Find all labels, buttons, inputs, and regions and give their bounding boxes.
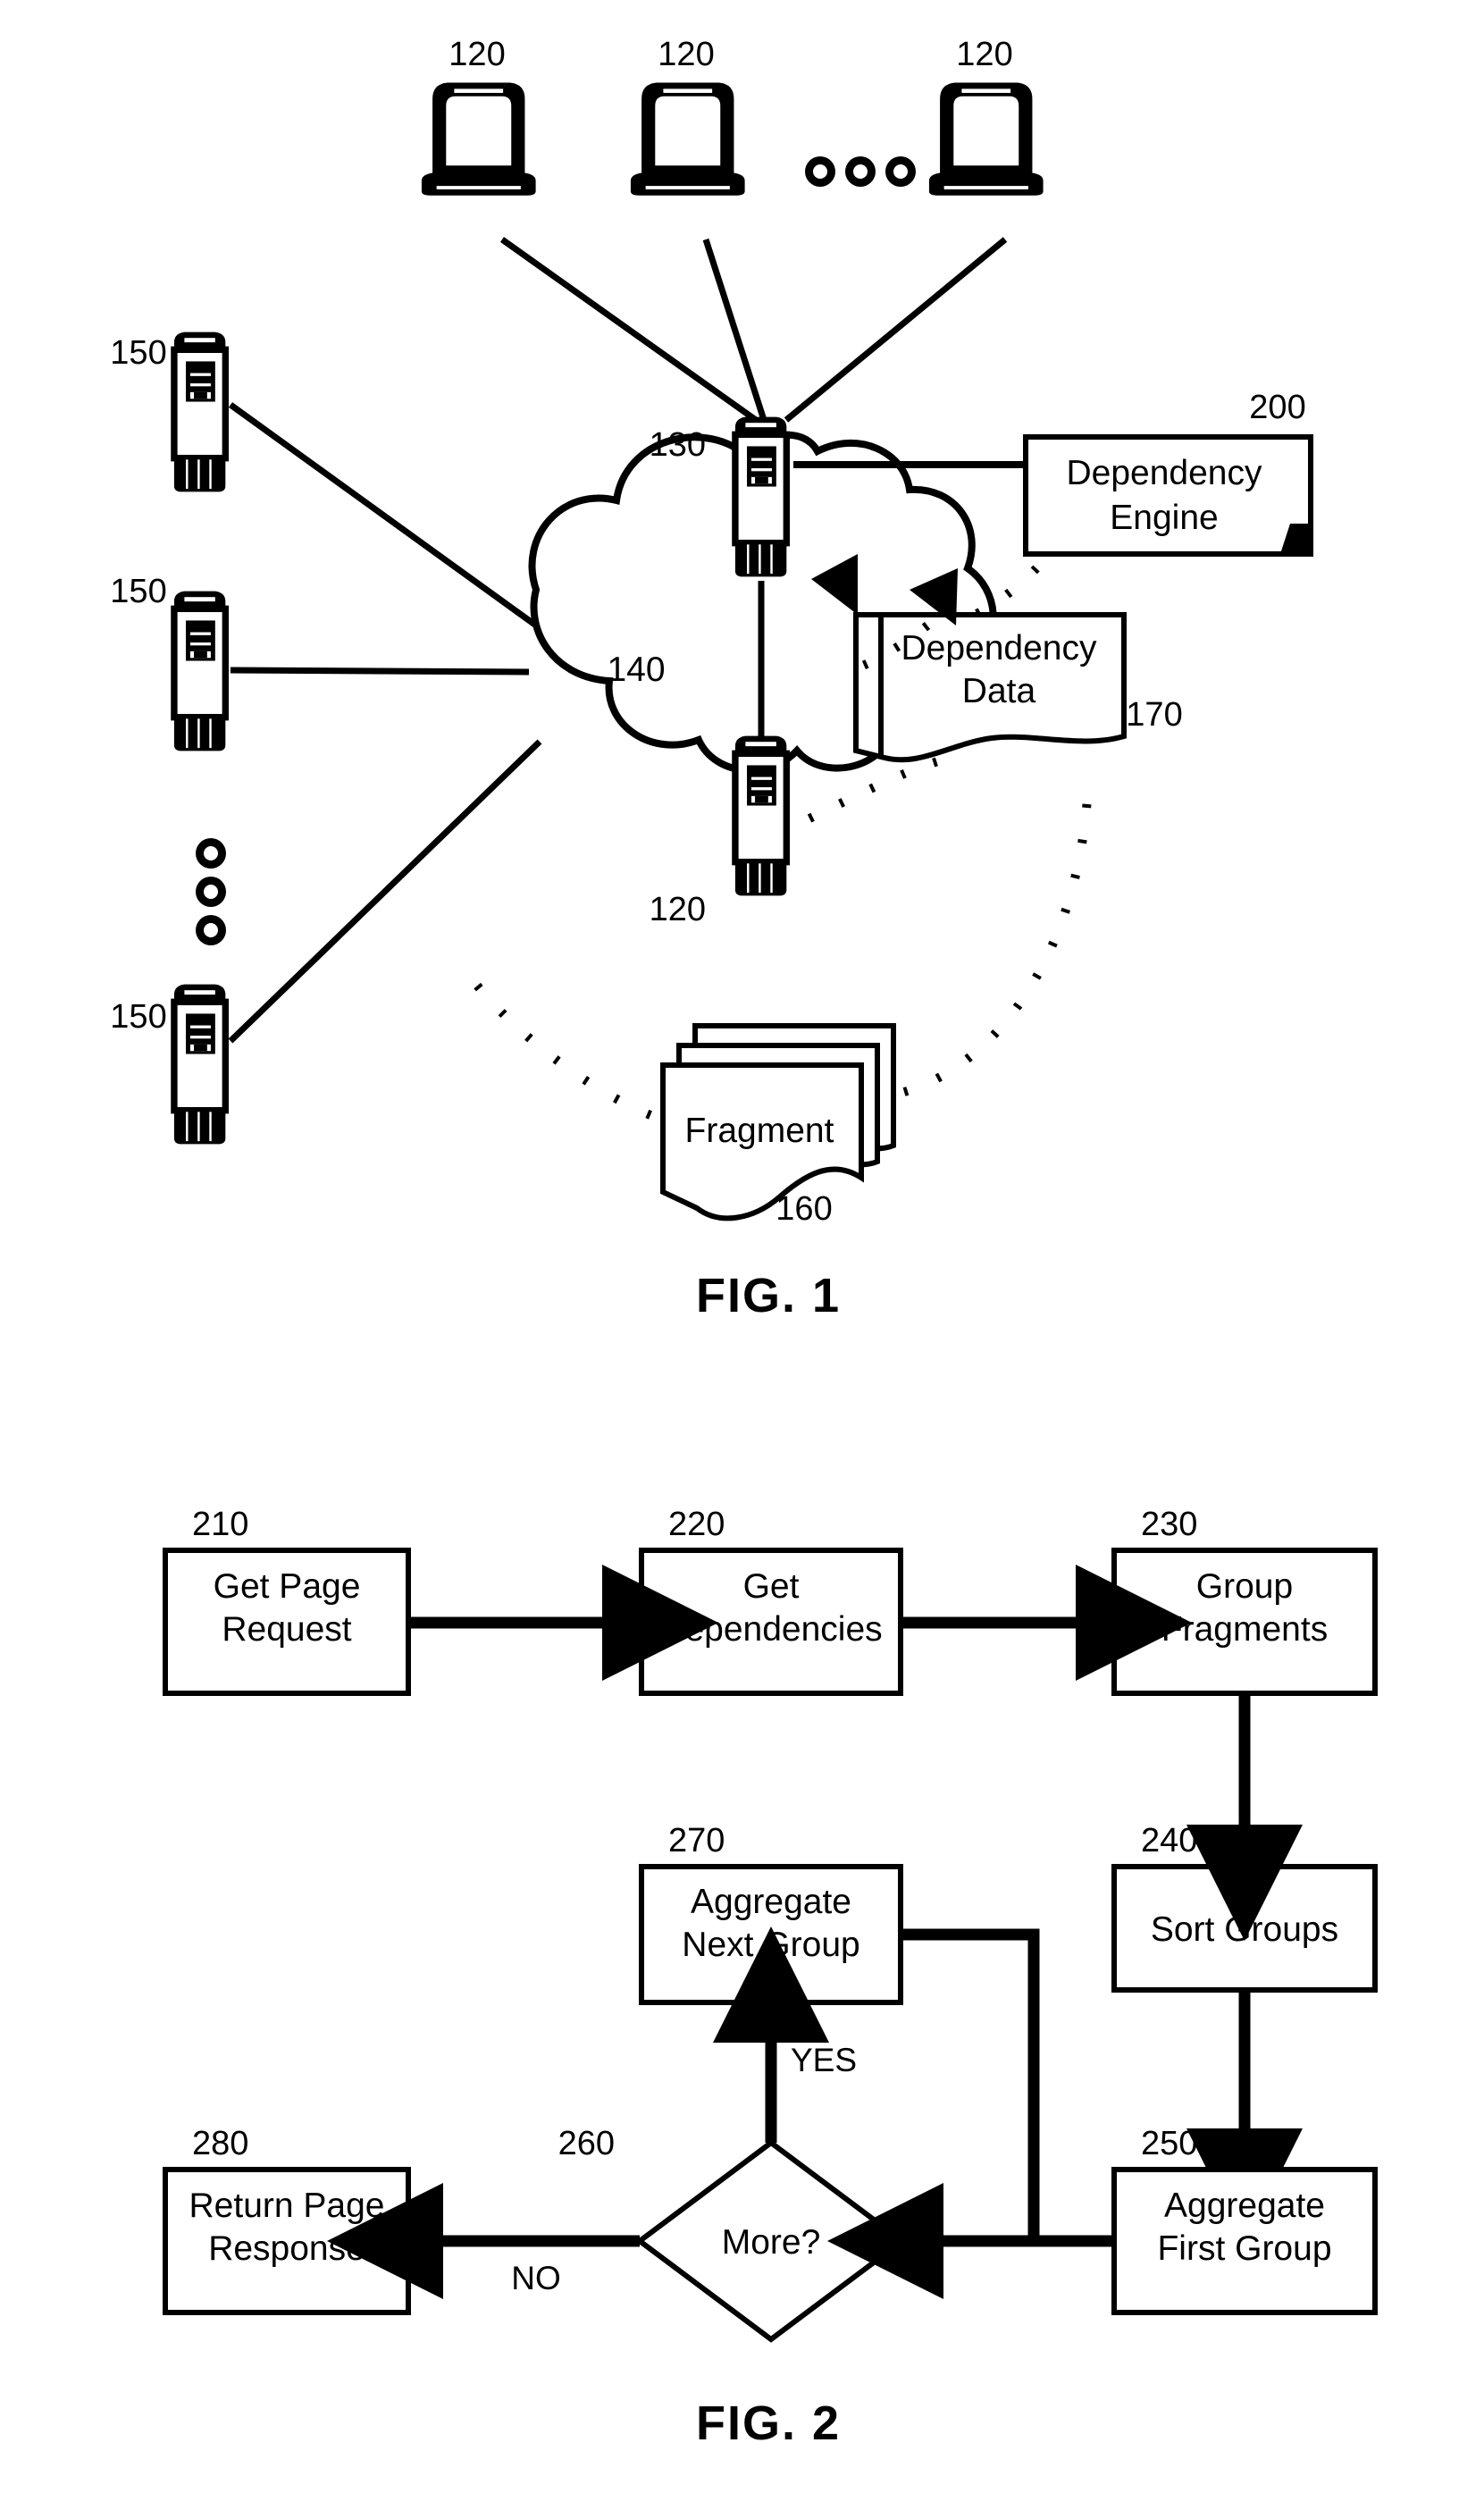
flow-node-250-label-1: Aggregate: [1164, 2187, 1325, 2225]
flow-node-210-label-2: Request: [222, 1610, 351, 1649]
ref-130: 130: [650, 426, 706, 464]
fig1-backend-links: [228, 402, 542, 1044]
flow-node-240-label-1: Sort Groups: [1151, 1910, 1338, 1949]
ref-250: 250: [1141, 2125, 1197, 2162]
dependency-engine-label-1: Dependency: [1067, 454, 1262, 492]
ref-270: 270: [668, 1822, 725, 1859]
ref-120-client-2: 120: [658, 36, 714, 73]
dependency-data-doc: Dependency Data: [853, 612, 1127, 763]
flow-node-270-label-1: Aggregate: [691, 1883, 851, 1921]
figure-1-title: FIG. 1: [696, 1269, 841, 1322]
inner-server-120: [735, 736, 786, 896]
flow-node-220-label-1: Get: [743, 1567, 800, 1606]
flow-node-270-label-2: Next Group: [682, 1926, 859, 1964]
client-laptop-2: [630, 82, 745, 196]
ref-150-server-2: 150: [110, 573, 166, 610]
dependency-engine-box: Dependency Engine: [1023, 434, 1313, 557]
figure-1: 120 120 120 140 150 150 150 130 120 Depe…: [110, 36, 1313, 1322]
flow-node-210-label-1: Get Page: [214, 1567, 361, 1606]
flow-node-240: Sort Groups: [1111, 1864, 1378, 1993]
ref-170: 170: [1126, 696, 1182, 734]
client-laptop-1: [421, 82, 536, 196]
dependency-engine-label-2: Engine: [1110, 499, 1218, 537]
edge-label-no: NO: [511, 2260, 561, 2296]
backend-server-1: [174, 332, 225, 492]
dependency-data-label-2: Data: [962, 672, 1036, 710]
ref-120-client-1: 120: [449, 36, 505, 73]
ref-210: 210: [192, 1506, 248, 1543]
figure-sheet: 120 120 120 140 150 150 150 130 120 Depe…: [0, 0, 1484, 2480]
ref-280: 280: [192, 2125, 248, 2162]
flow-node-220: Get Dependencies: [639, 1548, 903, 1696]
ref-220: 220: [668, 1506, 725, 1543]
ref-200: 200: [1249, 389, 1305, 426]
arrow-270-to-260-feedback: [901, 1928, 1040, 2241]
flow-node-220-label-2: Dependencies: [659, 1610, 882, 1649]
ref-150-server-1: 150: [110, 334, 166, 372]
ref-150-server-3: 150: [110, 998, 166, 1036]
fig1-client-links: [499, 237, 1008, 423]
figure-2: Get Page Request 210 Get Dependencies 22…: [163, 1506, 1378, 2450]
flow-node-210: Get Page Request: [163, 1548, 411, 1696]
flow-node-280-label-2: Response: [208, 2229, 365, 2268]
flow-node-250-label-2: First Group: [1157, 2229, 1331, 2268]
flow-node-280-label-1: Return Page: [189, 2187, 385, 2225]
ref-120-inner: 120: [650, 891, 706, 928]
backend-server-2: [174, 592, 225, 751]
network-cloud-label: 140: [607, 651, 665, 689]
flow-node-230: Group Fragments: [1111, 1548, 1378, 1696]
flow-node-260-label: More?: [722, 2223, 821, 2262]
ref-120-client-3: 120: [956, 36, 1012, 73]
flow-node-230-label-2: Fragments: [1161, 1610, 1328, 1649]
client-laptop-3: [928, 82, 1044, 196]
ref-230: 230: [1141, 1506, 1197, 1543]
fragment-label: Fragment: [685, 1112, 834, 1150]
front-end-server-130: [735, 417, 786, 577]
ref-160: 160: [776, 1190, 832, 1228]
ref-240: 240: [1141, 1822, 1197, 1859]
flow-node-250: Aggregate First Group: [1111, 2167, 1378, 2315]
server-ellipsis-icon: [196, 838, 226, 945]
ref-260: 260: [558, 2125, 615, 2162]
edge-label-yes: YES: [791, 2042, 857, 2078]
flow-node-260: More?: [634, 2139, 908, 2343]
figure-2-title: FIG. 2: [696, 2396, 841, 2450]
dependency-data-label-1: Dependency: [901, 629, 1097, 667]
backend-server-3: [174, 985, 225, 1145]
flow-node-280: Return Page Response: [163, 2167, 411, 2315]
flow-node-270: Aggregate Next Group: [639, 1864, 903, 2005]
flow-node-230-label-1: Group: [1196, 1567, 1293, 1606]
client-ellipsis-icon: [805, 156, 916, 187]
